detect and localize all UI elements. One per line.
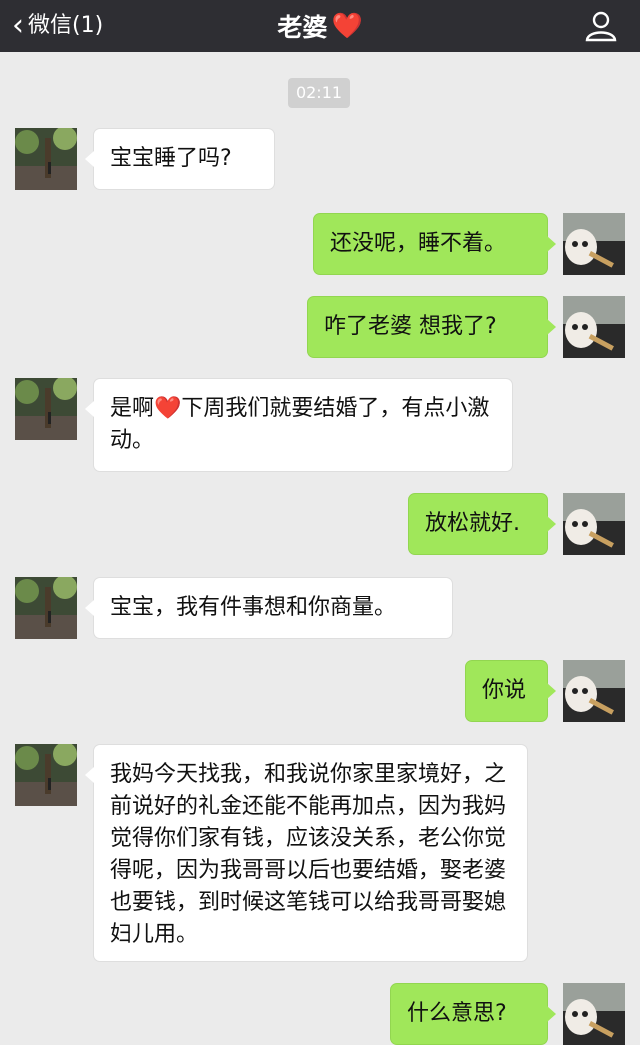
user-avatar[interactable] — [563, 493, 625, 555]
message-bubble-received[interactable]: 宝宝，我有件事想和你商量。 — [85, 577, 453, 639]
person-icon[interactable] — [584, 10, 618, 42]
user-avatar[interactable] — [563, 983, 625, 1045]
message-bubble-sent[interactable]: 咋了老婆 想我了? — [307, 296, 556, 358]
message-bubble-received[interactable]: 我妈今天找我，和我说你家里家境好，之前说好的礼金还能不能再加点，因为我妈觉得你们… — [85, 744, 528, 962]
top-navigation-bar: ‹ 微信(1) 老婆 ❤️ — [0, 0, 640, 52]
message-bubble-sent[interactable]: 什么意思? — [390, 983, 556, 1045]
message-text: 咋了老婆 想我了? — [324, 314, 497, 339]
message-text: 我妈今天找我，和我说你家里家境好，之前说好的礼金还能不能再加点，因为我妈觉得你们… — [110, 762, 507, 947]
user-avatar[interactable] — [563, 660, 625, 722]
contact-avatar[interactable] — [15, 128, 77, 190]
message-bubble-received[interactable]: 宝宝睡了吗? — [85, 128, 275, 190]
message-text: 什么意思? — [407, 1001, 507, 1026]
contact-avatar[interactable] — [15, 378, 77, 440]
message-text: 宝宝，我有件事想和你商量。 — [110, 595, 397, 620]
message-text: 宝宝睡了吗? — [110, 146, 232, 171]
heart-emoji: ❤️ — [154, 396, 182, 421]
message-bubble-received[interactable]: 是啊❤️下周我们就要结婚了，有点小激动。 — [85, 378, 513, 472]
message-timestamp: 02:11 — [288, 78, 350, 108]
chat-title: 老婆 ❤️ — [0, 0, 640, 52]
message-text: 放松就好. — [425, 511, 520, 536]
message-bubble-sent[interactable]: 放松就好. — [408, 493, 556, 555]
message-bubble-sent[interactable]: 你说 — [465, 660, 556, 722]
contact-avatar[interactable] — [15, 577, 77, 639]
message-text: 你说 — [482, 678, 527, 703]
heart-emoji: ❤️ — [331, 11, 363, 40]
chat-title-text: 老婆 — [277, 13, 328, 42]
contact-avatar[interactable] — [15, 744, 77, 806]
message-text: 还没呢，睡不着。 — [330, 231, 507, 256]
message-text: 是啊 — [110, 396, 155, 421]
message-bubble-sent[interactable]: 还没呢，睡不着。 — [313, 213, 556, 275]
user-avatar[interactable] — [563, 296, 625, 358]
user-avatar[interactable] — [563, 213, 625, 275]
